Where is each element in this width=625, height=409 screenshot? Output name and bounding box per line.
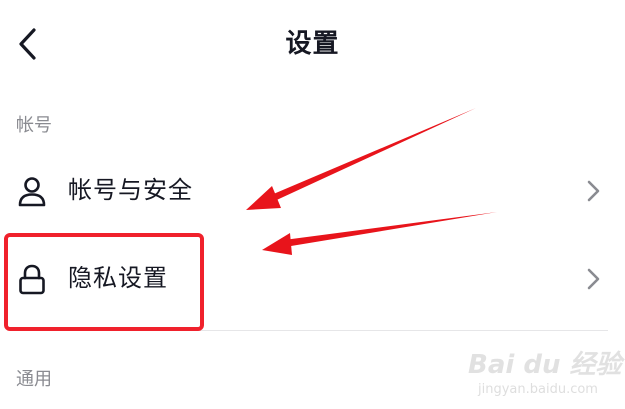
watermark-url: jingyan.baidu.com	[478, 382, 598, 397]
user-icon	[18, 177, 46, 207]
section-label-general: 通用	[16, 369, 52, 390]
section-label-account: 帐号	[16, 115, 52, 136]
settings-row-account-security[interactable]: 帐号与安全	[0, 150, 625, 230]
watermark-brand: Bai du 经验	[468, 350, 622, 380]
highlight-box	[4, 233, 204, 331]
watermark: Bai du 经验 jingyan.baidu.com	[458, 338, 622, 404]
row-label-account-security: 帐号与安全	[68, 176, 193, 204]
chevron-right-icon	[587, 268, 600, 290]
header-bar: 设置	[0, 0, 625, 88]
chevron-right-icon	[587, 180, 600, 202]
page-title: 设置	[285, 29, 340, 59]
